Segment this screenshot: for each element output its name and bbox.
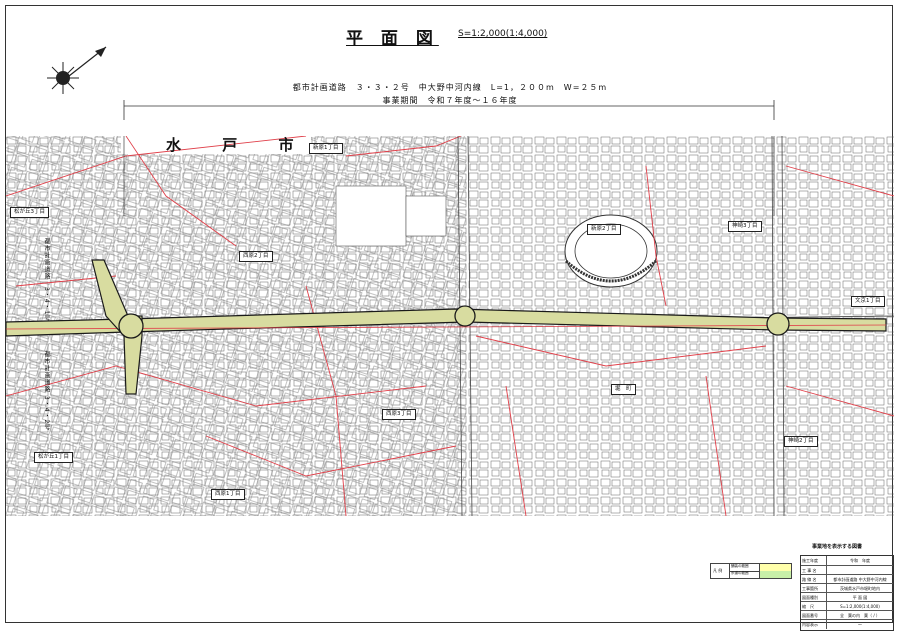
- city-label: 水 戸 市: [166, 136, 312, 154]
- district-label: 新原2丁目: [587, 224, 621, 235]
- district-label: 松が丘1丁目: [34, 452, 73, 463]
- legend-label: 凡 例: [713, 568, 723, 573]
- district-label: 神崎2丁目: [784, 436, 818, 447]
- district-label: 西原3丁目: [382, 409, 416, 420]
- cross-road-label: 都市計画道路 3・4・2号: [43, 351, 50, 432]
- dimension-line: [123, 100, 775, 120]
- title-block-heading: 事業地を表示する図書: [812, 544, 863, 550]
- scale-note: S=1:2,000(1:4,000): [458, 29, 548, 39]
- legend-swatch-2: [759, 571, 791, 578]
- district-label: 松が丘3丁目: [10, 207, 49, 218]
- district-label: 堀 町: [611, 384, 636, 395]
- district-label: 西原1丁目: [211, 489, 245, 500]
- drawing-sheet: 平 面 図 S=1:2,000(1:4,000) 都市計画道路 ３・３・２号 中…: [5, 5, 894, 631]
- district-label: 神崎3丁目: [728, 221, 762, 232]
- map-area: [6, 136, 894, 516]
- road-info: 都市計画道路 ３・３・２号 中大野中河内線 L=1，２００m W=２５m: [292, 83, 608, 92]
- district-label: 新原1丁目: [309, 143, 343, 154]
- district-label: 西原2丁目: [239, 251, 273, 262]
- legend: 凡 例 舗装の範囲 歩道の範囲: [710, 563, 792, 579]
- title-block-row: 施工年度 令和 年度: [801, 556, 893, 565]
- legend-row-2: 歩道の範囲: [731, 571, 749, 575]
- page-title: 平 面 図: [346, 29, 439, 49]
- legend-row-1: 舗装の範囲: [731, 564, 749, 568]
- cross-road-label: 都市計画道路 3・4・1号: [43, 238, 50, 323]
- district-label: 文京1丁目: [851, 296, 885, 307]
- title-block: 施工年度 令和 年度 工 事 名 路 線 名都市計画道路 中大野中河内線 工事箇所…: [800, 555, 894, 631]
